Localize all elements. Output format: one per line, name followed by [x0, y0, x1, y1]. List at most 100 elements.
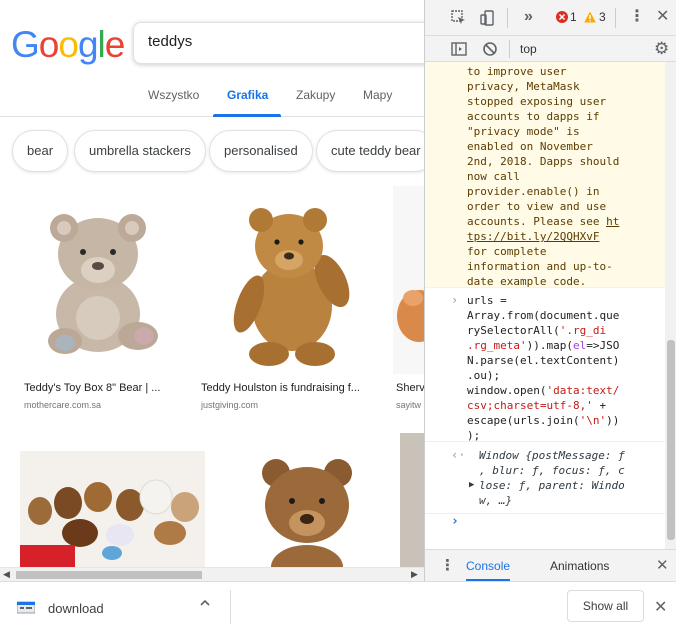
result-caption[interactable]: Teddy Houlston is fundraising f... [201, 382, 369, 394]
logo-letter: o [38, 24, 60, 65]
result-source: sayitw [396, 400, 422, 410]
tab-images[interactable]: Grafika [227, 88, 268, 102]
result-caption[interactable]: Teddy's Toy Box 8" Bear | ... [24, 382, 172, 394]
logo-letter: G [11, 24, 40, 65]
code-line: ); [467, 429, 481, 442]
chip-umbrella-stackers[interactable]: umbrella stackers [74, 130, 206, 172]
logo-letter: e [104, 24, 126, 65]
more-panels-icon[interactable]: » [524, 9, 533, 25]
scroll-right-icon[interactable]: ▶ [411, 569, 418, 580]
tab-all[interactable]: Wszystko [148, 88, 199, 102]
search-box[interactable] [133, 22, 424, 64]
scrollbar-thumb[interactable] [16, 571, 202, 579]
image-result[interactable] [20, 433, 205, 567]
context-selector[interactable]: top [520, 42, 537, 56]
console-vertical-scrollbar[interactable] [665, 62, 676, 549]
image-result[interactable] [400, 433, 424, 567]
chip-cute-teddy-bear[interactable]: cute teddy bear [316, 130, 424, 172]
warning-line: enabled on November [467, 140, 593, 153]
warning-line: order to view and use [467, 200, 607, 213]
tab-shopping[interactable]: Zakupy [296, 88, 335, 102]
result-thumbnail[interactable] [20, 433, 205, 567]
result-line: , blur: ƒ, focus: ƒ, c [479, 464, 625, 477]
warning-line: tps://bit.ly/2QQHXvF [467, 229, 665, 244]
warning-text: accounts. Please see [467, 215, 607, 228]
console-input-entry: › urls = Array.from(document.que rySelec… [425, 290, 665, 442]
result-source: justgiving.com [201, 400, 259, 410]
chip-bear[interactable]: bear [12, 130, 69, 172]
error-count[interactable]: 1 [570, 11, 577, 23]
result-source: mothercare.com.sa [24, 400, 102, 410]
result-thumbnail[interactable] [20, 186, 175, 374]
console-output[interactable]: to improve user privacy, MetaMask stoppe… [425, 62, 665, 549]
warning-line: 2nd, 2018. Dapps should [467, 155, 620, 168]
result-line: lose: ƒ, parent: Windo [479, 479, 625, 492]
console-prompt-icon[interactable]: › [451, 514, 459, 529]
code-line: window.open('data:text/ [467, 384, 620, 397]
settings-icon[interactable]: ⚙ [654, 40, 669, 57]
expand-triangle-icon[interactable]: ▶ [469, 478, 474, 493]
horizontal-scrollbar[interactable]: ◀ ▶ [0, 567, 424, 581]
browser-window: Google Wszystko Grafika Zakupy Mapy bear… [0, 0, 676, 631]
result-thumbnail[interactable] [400, 433, 424, 567]
file-icon [16, 600, 36, 619]
device-toolbar-icon[interactable] [480, 10, 496, 29]
warning-line: for complete [467, 245, 547, 258]
code-line: N.parse(el.textContent) [467, 354, 620, 367]
image-result[interactable]: Sherv sayitw [393, 186, 424, 416]
code-line: csv;charset=utf-8,' + [467, 399, 607, 412]
warning-link[interactable]: ht [606, 215, 619, 228]
clear-console-icon[interactable] [482, 41, 498, 60]
logo-letter: g [77, 24, 99, 65]
result-thumbnail[interactable] [197, 186, 372, 374]
kebab-menu-icon[interactable]: ⋮ [629, 9, 645, 25]
console-result-entry[interactable]: ‹· ▶ Window {postMessage: ƒ , blur: ƒ, f… [425, 444, 665, 514]
result-caption[interactable]: Sherv [396, 382, 424, 394]
tab-maps[interactable]: Mapy [363, 88, 392, 102]
google-logo[interactable]: Google [11, 24, 126, 66]
toolbar-divider [509, 40, 510, 58]
search-header: Google Wszystko Grafika Zakupy Mapy [0, 0, 424, 117]
devtools-main-toolbar: » 1 3 ⋮ ✕ [425, 0, 676, 36]
related-chips: bear umbrella stackers personalised cute… [0, 127, 424, 175]
close-drawer-icon[interactable]: ✕ [656, 558, 669, 573]
code-line: urls = [467, 294, 507, 307]
devtools-drawer-tabs: ⋮ Console Animations ✕ [425, 549, 676, 581]
scrollbar-thumb[interactable] [667, 340, 675, 540]
image-result[interactable] [226, 433, 379, 567]
drawer-menu-icon[interactable]: ⋮ [440, 558, 455, 573]
close-icon[interactable]: ✕ [656, 9, 669, 25]
code-line: .ou); [467, 369, 501, 382]
warning-line: information and up-to- [467, 260, 613, 273]
error-icon[interactable] [556, 11, 568, 26]
warning-line: to improve user [467, 65, 567, 78]
shelf-divider [230, 590, 231, 624]
tab-console[interactable]: Console [466, 559, 511, 581]
show-all-button[interactable]: Show all [567, 590, 644, 622]
chip-personalised[interactable]: personalised [209, 130, 313, 172]
chevron-up-icon[interactable] [199, 596, 211, 612]
search-input[interactable] [148, 33, 408, 50]
warning-link[interactable]: tps://bit.ly/2QQHXvF [467, 230, 599, 243]
result-thumbnail[interactable] [393, 186, 424, 374]
console-warning-message: to improve user privacy, MetaMask stoppe… [425, 62, 665, 288]
download-item-label[interactable]: download [48, 601, 104, 616]
result-thumbnail[interactable] [226, 433, 379, 567]
warning-line: accounts to dapps if [467, 110, 600, 123]
teddy-bear-image [397, 290, 424, 342]
sidebar-toggle-icon[interactable] [451, 41, 467, 60]
warning-line: accounts. Please see ht [467, 214, 665, 229]
inspect-icon[interactable] [451, 10, 467, 29]
image-result[interactable]: Teddy Houlston is fundraising f... justg… [197, 186, 372, 416]
close-icon[interactable]: ✕ [654, 597, 667, 617]
google-results-page: Google Wszystko Grafika Zakupy Mapy bear… [0, 0, 424, 581]
tab-animations[interactable]: Animations [550, 559, 609, 573]
scroll-left-icon[interactable]: ◀ [3, 569, 10, 580]
warning-count[interactable]: 3 [599, 11, 606, 23]
teddy-bear-image [262, 459, 352, 567]
code-line: escape(urls.join('\n')) [467, 414, 620, 427]
devtools-panel: » 1 3 ⋮ ✕ top ⚙ to improve user privacy,… [424, 0, 676, 581]
warning-line: privacy, MetaMask [467, 80, 580, 93]
image-result[interactable]: Teddy's Toy Box 8" Bear | ... mothercare… [20, 186, 175, 416]
warning-icon[interactable] [584, 11, 596, 26]
